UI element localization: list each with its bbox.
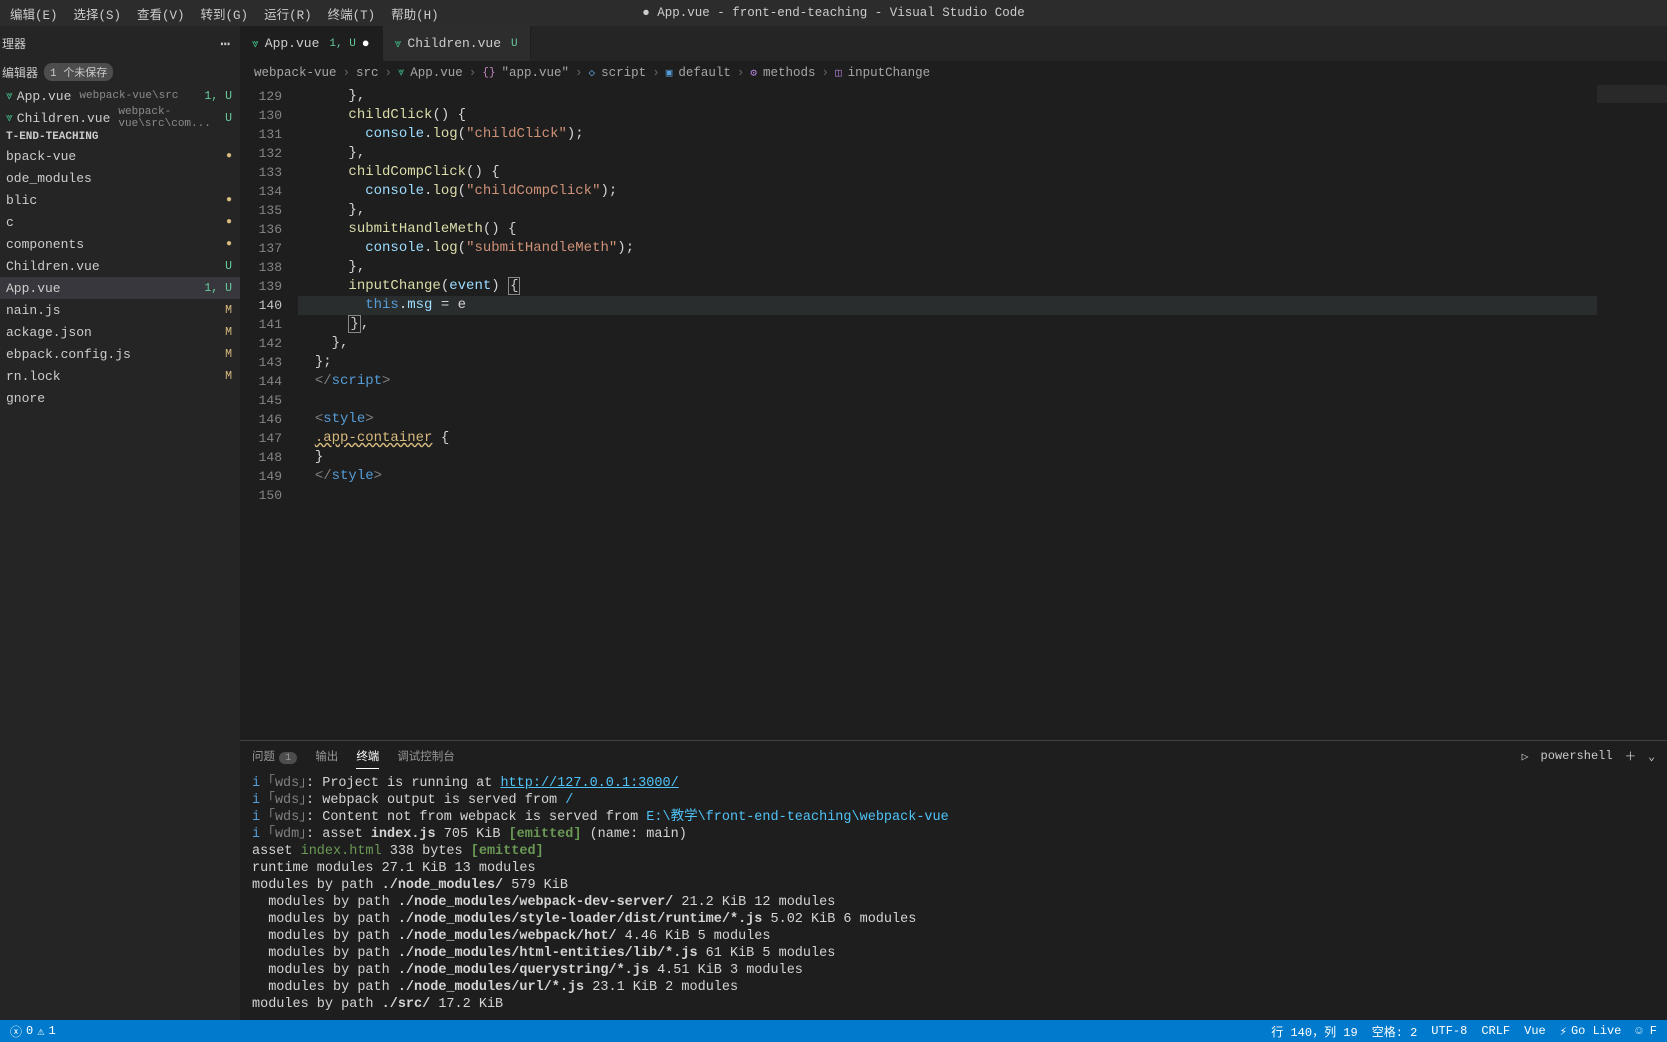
- bottom-panel: 问题1 输出 终端 调试控制台 ▷ powershell ＋ ⌄ i ｢wds｣…: [240, 740, 1667, 1020]
- file-item[interactable]: nain.jsM: [0, 299, 240, 321]
- sidebar-header: 理器 ⋯: [0, 26, 240, 61]
- explorer-sidebar: 理器 ⋯ 编辑器 1 个未保存 ⩔App.vuewebpack-vue\src …: [0, 26, 240, 1020]
- open-editor-0[interactable]: ⩔App.vuewebpack-vue\src 1, U: [0, 85, 240, 107]
- panel-tab-debug[interactable]: 调试控制台: [397, 744, 455, 768]
- vue-icon: ⩔: [6, 89, 13, 103]
- panel-tab-output[interactable]: 输出: [315, 744, 338, 768]
- file-item[interactable]: c●: [0, 211, 240, 233]
- menu-goto[interactable]: 转到(G): [193, 2, 257, 25]
- vue-icon: ⩔: [398, 67, 404, 79]
- error-icon: ⓧ: [10, 1023, 22, 1040]
- file-item[interactable]: ackage.jsonM: [0, 321, 240, 343]
- menu-help[interactable]: 帮助(H): [383, 2, 447, 25]
- editor-tabs: ⩔ App.vue 1, U ● ⩔ Children.vue U: [240, 26, 1667, 61]
- file-item[interactable]: Children.vueU: [0, 255, 240, 277]
- statusbar: ⓧ0⚠1 行 140，列 19 空格: 2 UTF-8 CRLF Vue ⚡Go…: [0, 1020, 1667, 1042]
- file-item[interactable]: components●: [0, 233, 240, 255]
- minimap[interactable]: [1597, 85, 1667, 740]
- status-eol[interactable]: CRLF: [1481, 1024, 1510, 1038]
- method-icon: ◫: [835, 66, 842, 80]
- file-item[interactable]: rn.lockM: [0, 365, 240, 387]
- file-item[interactable]: App.vue1, U: [0, 277, 240, 299]
- add-terminal-icon[interactable]: ＋: [1625, 748, 1637, 764]
- vue-icon: ⩔: [395, 37, 402, 51]
- shell-name[interactable]: powershell: [1541, 749, 1613, 763]
- status-lang[interactable]: Vue: [1524, 1024, 1546, 1038]
- chevron-down-icon[interactable]: ⌄: [1648, 749, 1655, 764]
- script-icon: ◇: [589, 66, 596, 80]
- panel-tab-problems[interactable]: 问题1: [252, 744, 297, 768]
- menu-terminal[interactable]: 终端(T): [320, 2, 384, 25]
- modified-dot-icon: ●: [362, 36, 370, 51]
- more-icon[interactable]: ⋯: [220, 34, 232, 54]
- sidebar-title: 理器: [2, 35, 26, 52]
- file-item[interactable]: gnore: [0, 387, 240, 409]
- unsaved-badge: 1 个未保存: [44, 63, 113, 81]
- vue-icon: ⩔: [252, 37, 259, 51]
- braces-icon: {}: [482, 67, 495, 79]
- file-item[interactable]: ebpack.config.jsM: [0, 343, 240, 365]
- tab-children-vue[interactable]: ⩔ Children.vue U: [383, 26, 531, 61]
- default-icon: ▣: [666, 66, 673, 80]
- terminal-output[interactable]: i ｢wds｣: Project is running at http://12…: [240, 771, 1667, 1020]
- menu-select[interactable]: 选择(S): [66, 2, 130, 25]
- file-item[interactable]: blic●: [0, 189, 240, 211]
- file-item[interactable]: ode_modules: [0, 167, 240, 189]
- menu-edit[interactable]: 编辑(E): [2, 2, 66, 25]
- warning-icon: ⚠: [37, 1024, 44, 1039]
- vue-icon: ⩔: [6, 111, 13, 125]
- terminal-launch-icon[interactable]: ▷: [1522, 749, 1529, 764]
- line-gutter: 1291301311321331341351361371381391401411…: [240, 85, 298, 740]
- file-item[interactable]: bpack-vue●: [0, 145, 240, 167]
- code-content[interactable]: }, childClick() { console.log("childClic…: [298, 85, 1597, 740]
- status-feedback[interactable]: ☺ F: [1635, 1024, 1657, 1038]
- status-spaces[interactable]: 空格: 2: [1372, 1023, 1418, 1040]
- menubar: 编辑(E) 选择(S) 查看(V) 转到(G) 运行(R) 终端(T) 帮助(H…: [0, 0, 1667, 26]
- tab-app-vue[interactable]: ⩔ App.vue 1, U ●: [240, 26, 383, 61]
- breadcrumb[interactable]: webpack-vue› src› ⩔App.vue› {}"app.vue"›…: [240, 61, 1667, 85]
- open-editor-1[interactable]: ⩔Children.vuewebpack-vue\src\com... U: [0, 107, 240, 129]
- status-go-live[interactable]: ⚡Go Live: [1560, 1024, 1622, 1039]
- menu-view[interactable]: 查看(V): [129, 2, 193, 25]
- status-encoding[interactable]: UTF-8: [1431, 1024, 1467, 1038]
- window-title: ● App.vue - front-end-teaching - Visual …: [642, 6, 1025, 20]
- method-icon: ⚙: [750, 66, 757, 80]
- status-position[interactable]: 行 140，列 19: [1271, 1023, 1357, 1040]
- status-errors[interactable]: ⓧ0⚠1: [10, 1023, 56, 1040]
- editor[interactable]: 1291301311321331341351361371381391401411…: [240, 85, 1667, 740]
- project-name[interactable]: T-END-TEACHING: [0, 129, 240, 145]
- panel-tab-terminal[interactable]: 终端: [356, 744, 379, 769]
- menu-run[interactable]: 运行(R): [256, 2, 320, 25]
- broadcast-icon: ⚡: [1560, 1024, 1567, 1039]
- open-editors-header[interactable]: 编辑器 1 个未保存: [0, 61, 240, 85]
